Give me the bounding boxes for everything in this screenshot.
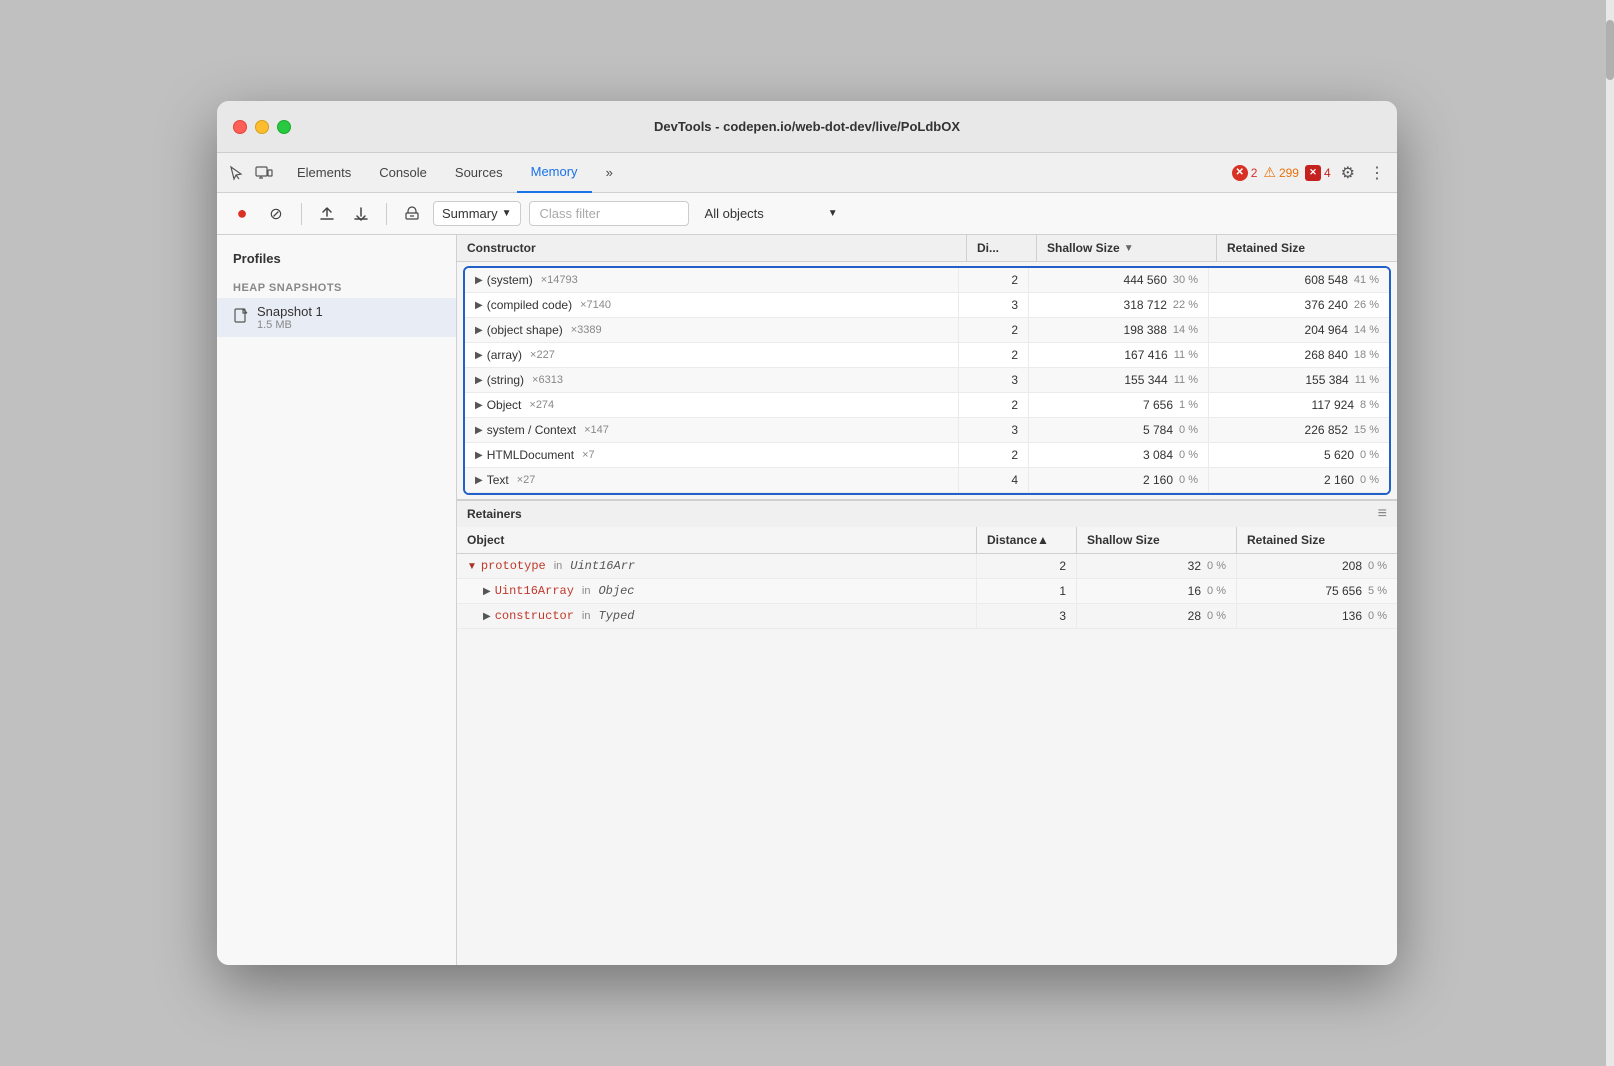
- th-retained-size[interactable]: Retained Size: [1217, 235, 1397, 261]
- summary-select[interactable]: Summary ▼: [433, 201, 521, 226]
- more-options-icon[interactable]: ⋮: [1365, 163, 1389, 183]
- cursor-icon[interactable]: [225, 162, 247, 184]
- table-row[interactable]: ▶ Text ×27 4 2 160 0 % 2 160 0 %: [465, 468, 1389, 493]
- devtools-navbar: Elements Console Sources Memory » ✕ 2 ⚠ …: [217, 153, 1397, 193]
- retainers-table-header: Object Distance▲ Shallow Size Retained S…: [457, 527, 1397, 554]
- nav-right: ✕ 2 ⚠ 299 ✕ 4 ⚙ ⋮: [1232, 163, 1389, 183]
- settings-icon[interactable]: ⚙: [1337, 163, 1359, 183]
- sort-arrow-shallow: ▼: [1124, 243, 1134, 254]
- error-icon: ✕: [1232, 165, 1248, 181]
- clear-button[interactable]: [399, 201, 425, 227]
- tab-more[interactable]: »: [592, 153, 627, 193]
- info-badge[interactable]: ✕ 4: [1305, 165, 1331, 181]
- upload-button[interactable]: [314, 201, 340, 227]
- constructor-table-header: Constructor Di... Shallow Size ▼ Retaine…: [457, 235, 1397, 262]
- table-row[interactable]: ▶ (object shape) ×3389 2 198 388 14 % 20…: [465, 318, 1389, 343]
- main-content: Profiles HEAP SNAPSHOTS Snapshot 1 1.5 M…: [217, 235, 1397, 965]
- table-row[interactable]: ▶ Object ×274 2 7 656 1 % 117 924 8 %: [465, 393, 1389, 418]
- snapshot-icon: [233, 308, 249, 327]
- constructor-highlighted-section: ▶ (system) ×14793 2 444 560 30 % 608 548…: [463, 266, 1391, 495]
- toolbar-separator-1: [301, 203, 302, 225]
- expand-icon[interactable]: ▶: [475, 450, 483, 461]
- th-ret-shallow[interactable]: Shallow Size: [1077, 527, 1237, 553]
- th-shallow-size[interactable]: Shallow Size ▼: [1037, 235, 1217, 261]
- all-objects-select[interactable]: All objects ▼: [705, 206, 838, 221]
- tab-memory[interactable]: Memory: [517, 153, 592, 193]
- th-distance: Di...: [967, 235, 1037, 261]
- info-icon: ✕: [1305, 165, 1321, 181]
- th-constructor: Constructor: [457, 235, 967, 261]
- retainer-row[interactable]: ▼ prototype in Uint16Arr 2 32 0 % 208 0 …: [457, 554, 1397, 579]
- devtools-window: DevTools - codepen.io/web-dot-dev/live/P…: [217, 101, 1397, 965]
- table-row[interactable]: ▶ (array) ×227 2 167 416 11 % 268 840 18…: [465, 343, 1389, 368]
- table-row[interactable]: ▶ system / Context ×147 3 5 784 0 % 226 …: [465, 418, 1389, 443]
- chevron-down-icon-2: ▼: [828, 208, 838, 219]
- profiles-title: Profiles: [217, 247, 456, 274]
- heap-snapshots-label: HEAP SNAPSHOTS: [217, 274, 456, 298]
- content-area: Constructor Di... Shallow Size ▼ Retaine…: [457, 235, 1397, 965]
- th-ret-retained[interactable]: Retained Size: [1237, 527, 1397, 553]
- expand-icon[interactable]: ▶: [475, 275, 483, 286]
- expand-icon[interactable]: ▼: [467, 561, 477, 572]
- table-row[interactable]: ▶ (system) ×14793 2 444 560 30 % 608 548…: [465, 268, 1389, 293]
- toolbar-separator-2: [386, 203, 387, 225]
- table-row[interactable]: ▶ HTMLDocument ×7 2 3 084 0 % 5 620 0 %: [465, 443, 1389, 468]
- expand-icon[interactable]: ▶: [475, 425, 483, 436]
- nav-tabs: Elements Console Sources Memory »: [283, 153, 1232, 193]
- expand-icon[interactable]: ▶: [475, 350, 483, 361]
- title-bar: DevTools - codepen.io/web-dot-dev/live/P…: [217, 101, 1397, 153]
- class-filter-input[interactable]: [529, 201, 689, 226]
- expand-icon[interactable]: ▶: [475, 325, 483, 336]
- toolbar: ● ⊘ Summary ▼: [217, 193, 1397, 235]
- expand-icon[interactable]: ▶: [475, 375, 483, 386]
- snapshot-name: Snapshot 1: [257, 304, 440, 319]
- retainers-header: Retainers ≡: [457, 501, 1397, 527]
- table-row[interactable]: ▶ (compiled code) ×7140 3 318 712 22 % 3…: [465, 293, 1389, 318]
- minimize-button[interactable]: [255, 120, 269, 134]
- expand-icon[interactable]: ▶: [475, 300, 483, 311]
- snapshot-size: 1.5 MB: [257, 319, 440, 331]
- retainer-row[interactable]: ▶ Uint16Array in Objec 1 16 0 % 75 656 5…: [457, 579, 1397, 604]
- close-button[interactable]: [233, 120, 247, 134]
- snapshot-item[interactable]: Snapshot 1 1.5 MB: [217, 298, 456, 337]
- record-button[interactable]: ●: [229, 201, 255, 227]
- th-ret-distance[interactable]: Distance▲: [977, 527, 1077, 553]
- download-button[interactable]: [348, 201, 374, 227]
- expand-icon[interactable]: ▶: [475, 475, 483, 486]
- nav-icons-group: [225, 162, 275, 184]
- window-title: DevTools - codepen.io/web-dot-dev/live/P…: [654, 119, 960, 134]
- expand-icon[interactable]: ▶: [483, 586, 491, 597]
- traffic-lights: [233, 120, 291, 134]
- chevron-down-icon: ▼: [502, 208, 512, 219]
- retainers-scroll[interactable]: ≡: [1378, 505, 1387, 523]
- maximize-button[interactable]: [277, 120, 291, 134]
- tab-elements[interactable]: Elements: [283, 153, 365, 193]
- expand-icon[interactable]: ▶: [475, 400, 483, 411]
- tab-sources[interactable]: Sources: [441, 153, 517, 193]
- retainer-row[interactable]: ▶ constructor in Typed 3 28 0 % 136 0 %: [457, 604, 1397, 629]
- stop-button[interactable]: ⊘: [263, 201, 289, 227]
- tab-console[interactable]: Console: [365, 153, 441, 193]
- table-row[interactable]: ▶ (string) ×6313 3 155 344 11 % 155 384 …: [465, 368, 1389, 393]
- expand-icon[interactable]: ▶: [483, 611, 491, 622]
- error-badge[interactable]: ✕ 2: [1232, 165, 1258, 181]
- retainers-section: Retainers ≡ Object Distance▲ Shallow Siz…: [457, 499, 1397, 629]
- snapshot-content: Snapshot 1 1.5 MB: [257, 304, 440, 331]
- warning-badge[interactable]: ⚠ 299: [1263, 164, 1299, 181]
- device-icon[interactable]: [253, 162, 275, 184]
- th-ret-object: Object: [457, 527, 977, 553]
- sidebar: Profiles HEAP SNAPSHOTS Snapshot 1 1.5 M…: [217, 235, 457, 965]
